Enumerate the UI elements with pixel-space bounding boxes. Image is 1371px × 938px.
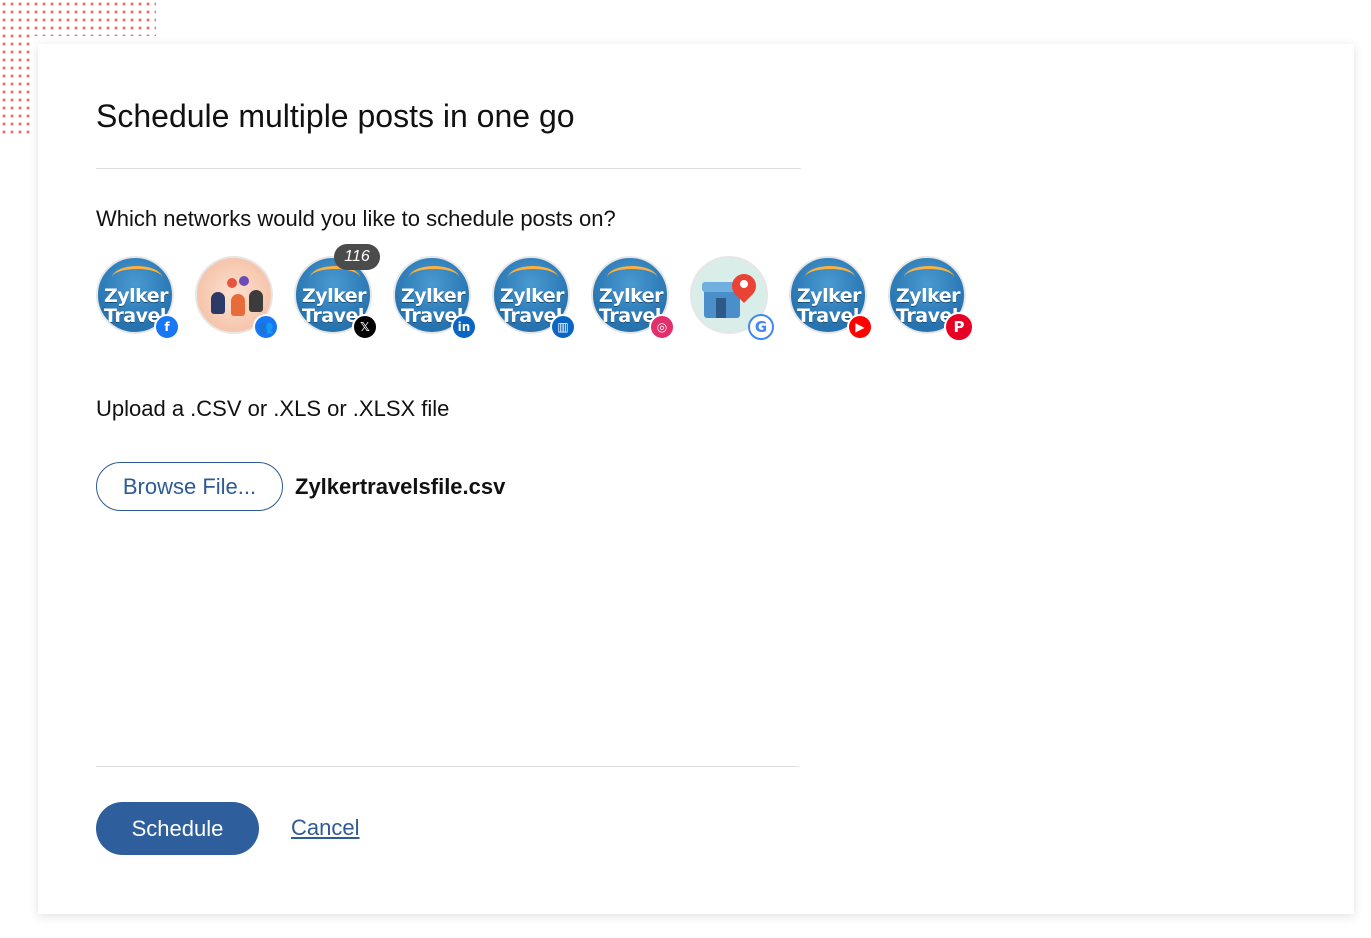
network-youtube[interactable]: Zylker Travel ▶ xyxy=(789,256,873,340)
selected-file-name: Zylkertravelsfile.csv xyxy=(295,474,506,499)
schedule-button[interactable]: Schedule xyxy=(96,802,259,855)
network-linkedin-page[interactable]: Zylker Travel ▥ xyxy=(492,256,576,340)
network-facebook[interactable]: Zylker Travel f xyxy=(96,256,180,340)
browse-file-button[interactable]: Browse File... xyxy=(96,462,283,511)
bottom-divider xyxy=(96,766,799,767)
facebook-icon: f xyxy=(154,314,180,340)
youtube-icon: ▶ xyxy=(847,314,873,340)
notification-count-badge: 116 xyxy=(334,244,380,270)
google-icon: G xyxy=(748,314,774,340)
networks-question: Which networks would you like to schedul… xyxy=(96,206,616,231)
x-icon: 𝕏 xyxy=(352,314,378,340)
page-title: Schedule multiple posts in one go xyxy=(96,98,575,134)
linkedin-icon: in xyxy=(451,314,477,340)
network-pinterest[interactable]: Zylker Travel P xyxy=(888,256,974,342)
pinterest-icon: P xyxy=(944,312,974,342)
network-instagram[interactable]: Zylker Travel ◎ xyxy=(591,256,675,340)
upload-label: Upload a .CSV or .XLS or .XLSX file xyxy=(96,396,450,421)
network-linkedin[interactable]: Zylker Travel in xyxy=(393,256,477,340)
linkedin-page-icon: ▥ xyxy=(550,314,576,340)
top-divider xyxy=(96,168,801,169)
network-x[interactable]: Zylker Travel 𝕏 116 xyxy=(294,244,380,340)
facebook-group-icon: 👥 xyxy=(253,314,279,340)
instagram-icon: ◎ xyxy=(649,314,675,340)
network-google-business[interactable]: G xyxy=(690,256,774,340)
cancel-link[interactable]: Cancel xyxy=(291,815,359,841)
network-facebook-group[interactable]: 👥 xyxy=(195,256,279,340)
